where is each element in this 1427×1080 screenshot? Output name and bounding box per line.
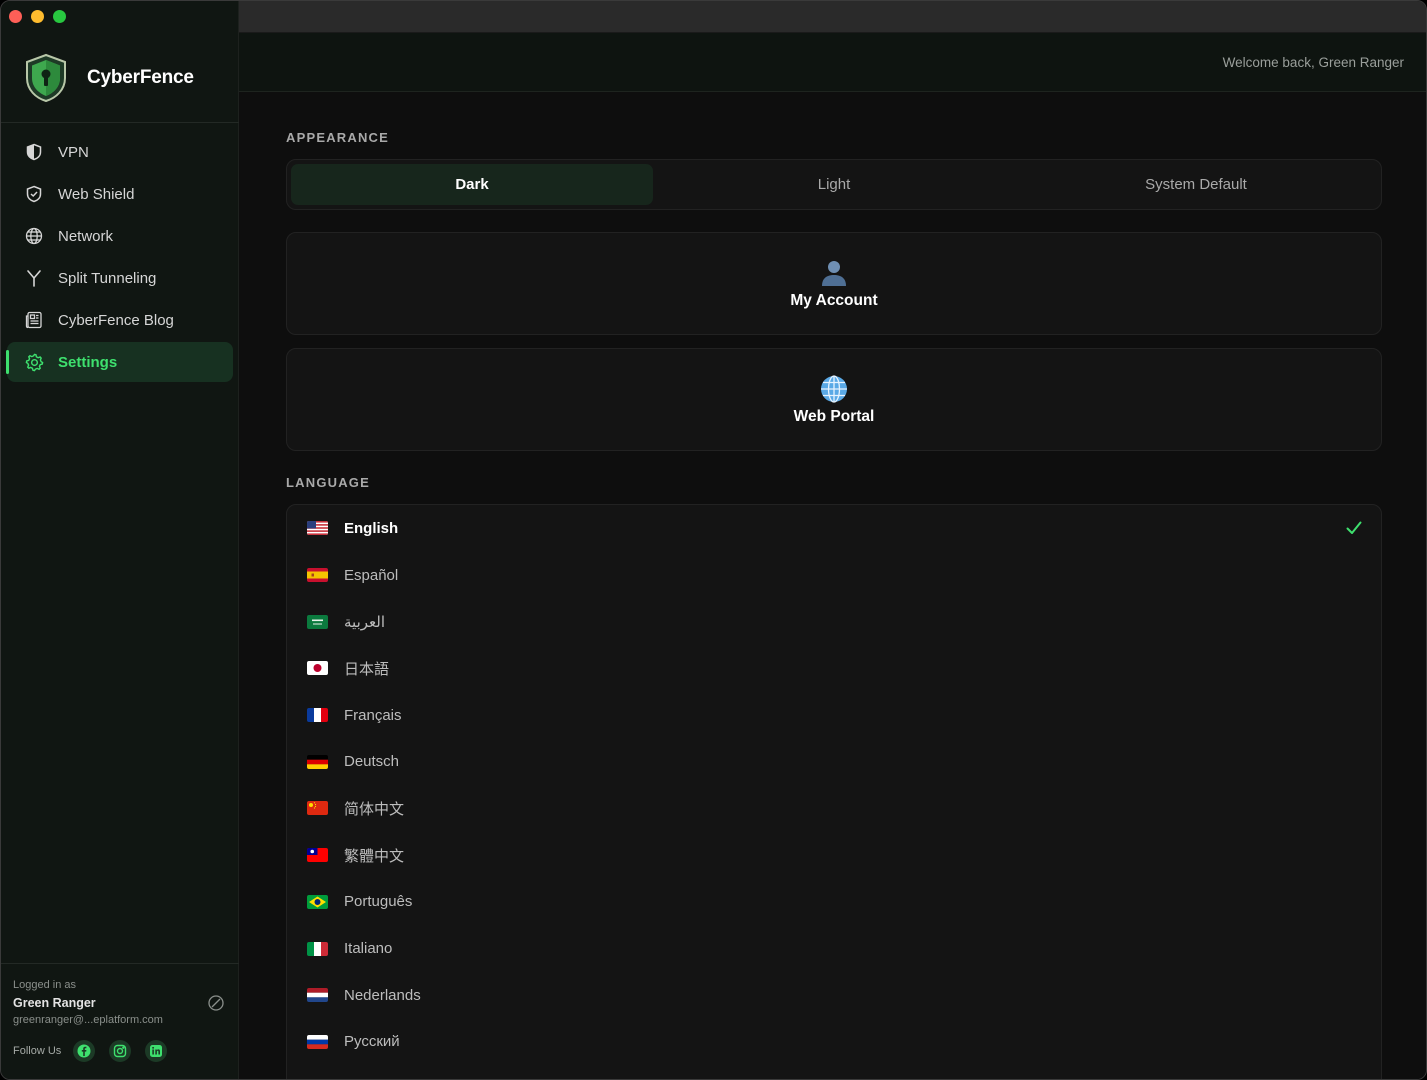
language-option-german[interactable]: Deutsch bbox=[287, 738, 1381, 785]
sidebar-item-label: VPN bbox=[58, 143, 89, 161]
language-option-traditional-chinese[interactable]: 繁體中文 bbox=[287, 832, 1381, 879]
us-flag-icon bbox=[307, 521, 328, 536]
newspaper-icon bbox=[24, 310, 44, 330]
window-controls bbox=[9, 10, 66, 23]
language-label: 日本語 bbox=[344, 660, 390, 678]
language-section-title: LANGUAGE bbox=[286, 475, 370, 490]
facebook-icon[interactable] bbox=[73, 1040, 96, 1062]
sidebar-item-vpn[interactable]: VPN bbox=[7, 132, 233, 172]
language-option-russian[interactable]: Русский bbox=[287, 1019, 1381, 1066]
appearance-section-title: APPEARANCE bbox=[286, 130, 390, 145]
language-label: Nederlands bbox=[344, 986, 421, 1004]
tw-flag-icon bbox=[307, 848, 328, 863]
divider bbox=[1, 122, 239, 123]
ru-flag-icon bbox=[307, 1034, 328, 1049]
language-label: English bbox=[344, 519, 399, 537]
it-flag-icon bbox=[307, 941, 328, 956]
nl-flag-icon bbox=[307, 988, 328, 1003]
my-account-label: My Account bbox=[790, 291, 878, 309]
sidebar-item-network[interactable]: Network bbox=[7, 216, 233, 256]
minimize-window-button[interactable] bbox=[31, 10, 44, 23]
language-option-espanol[interactable]: Español bbox=[287, 552, 1381, 599]
sidebar-nav: VPN Web Shield Network Split Tunneling C… bbox=[6, 132, 233, 384]
language-option-arabic[interactable]: العربية bbox=[287, 598, 1381, 645]
cn-flag-icon bbox=[307, 801, 328, 816]
language-label: 繁體中文 bbox=[344, 847, 405, 865]
sidebar-item-cyberfence-blog[interactable]: CyberFence Blog bbox=[7, 300, 233, 340]
sidebar-item-web-shield[interactable]: Web Shield bbox=[7, 174, 233, 214]
language-label: Русский bbox=[344, 1033, 400, 1051]
my-account-card[interactable]: My Account bbox=[286, 232, 1382, 335]
gear-icon bbox=[24, 352, 44, 372]
settings-content: APPEARANCE Dark Light System Default My … bbox=[239, 92, 1426, 1079]
window-titlebar bbox=[239, 1, 1426, 33]
web-shield-icon bbox=[24, 184, 44, 204]
sidebar: CyberFence VPN Web Shield Network Split … bbox=[1, 1, 239, 1079]
instagram-icon[interactable] bbox=[109, 1040, 132, 1062]
language-label: Deutsch bbox=[344, 753, 400, 771]
globe-icon bbox=[24, 226, 44, 246]
web-portal-label: Web Portal bbox=[793, 407, 875, 425]
logout-icon[interactable] bbox=[207, 994, 225, 1012]
language-option-italian[interactable]: Italiano bbox=[287, 925, 1381, 972]
welcome-message: Welcome back, Green Ranger bbox=[1222, 55, 1404, 70]
user-icon bbox=[822, 260, 846, 286]
user-name: Green Ranger bbox=[13, 996, 96, 1010]
language-label: العربية bbox=[344, 613, 385, 631]
sidebar-item-label: CyberFence Blog bbox=[58, 311, 174, 329]
sidebar-item-label: Network bbox=[58, 227, 114, 245]
appearance-selector: Dark Light System Default bbox=[286, 159, 1382, 210]
user-email: greenranger@...eplatform.com bbox=[13, 1014, 163, 1026]
brand: CyberFence bbox=[23, 53, 194, 103]
app-name: CyberFence bbox=[87, 67, 194, 88]
language-label: Español bbox=[344, 566, 399, 584]
cyberfence-logo-icon bbox=[26, 53, 66, 103]
close-window-button[interactable] bbox=[9, 10, 22, 23]
checkmark-icon bbox=[1346, 521, 1362, 534]
split-icon bbox=[24, 268, 44, 288]
br-flag-icon bbox=[307, 894, 328, 909]
app-window: CyberFence VPN Web Shield Network Split … bbox=[0, 0, 1427, 1080]
appearance-option-dark[interactable]: Dark bbox=[291, 164, 653, 205]
language-option-japanese[interactable]: 日本語 bbox=[287, 645, 1381, 692]
de-flag-icon bbox=[307, 754, 328, 769]
vpn-shield-icon bbox=[24, 142, 44, 162]
language-label: Français bbox=[344, 706, 402, 724]
language-option-simplified-chinese[interactable]: 简体中文 bbox=[287, 785, 1381, 832]
zoom-window-button[interactable] bbox=[53, 10, 66, 23]
jp-flag-icon bbox=[307, 661, 328, 676]
language-label: 简体中文 bbox=[344, 800, 405, 818]
language-option-english[interactable]: English bbox=[287, 505, 1381, 552]
follow-us-label: Follow Us bbox=[13, 1045, 62, 1057]
sidebar-item-split-tunneling[interactable]: Split Tunneling bbox=[7, 258, 233, 298]
language-option-portuguese[interactable]: Português bbox=[287, 879, 1381, 926]
language-label: Italiano bbox=[344, 940, 393, 958]
language-list: English Español العربية 日本語 Français Deu… bbox=[286, 504, 1382, 1079]
linkedin-icon[interactable] bbox=[145, 1040, 168, 1062]
es-flag-icon bbox=[307, 568, 328, 583]
follow-us: Follow Us bbox=[13, 1040, 181, 1062]
header: Welcome back, Green Ranger bbox=[239, 33, 1426, 92]
sidebar-item-settings[interactable]: Settings bbox=[6, 342, 233, 382]
appearance-option-system-default[interactable]: System Default bbox=[1015, 164, 1377, 205]
sa-flag-icon bbox=[307, 614, 328, 629]
globe-icon bbox=[821, 374, 847, 403]
appearance-option-light[interactable]: Light bbox=[653, 164, 1015, 205]
language-option-dutch[interactable]: Nederlands bbox=[287, 972, 1381, 1019]
logged-in-label: Logged in as bbox=[13, 979, 76, 991]
fr-flag-icon bbox=[307, 708, 328, 723]
language-label: Português bbox=[344, 893, 413, 911]
account-footer: Logged in as Green Ranger greenranger@..… bbox=[1, 963, 239, 1079]
language-option-french[interactable]: Français bbox=[287, 692, 1381, 739]
sidebar-item-label: Web Shield bbox=[58, 185, 135, 203]
web-portal-card[interactable]: Web Portal bbox=[286, 348, 1382, 451]
sidebar-item-label: Split Tunneling bbox=[58, 269, 157, 287]
sidebar-item-label: Settings bbox=[58, 353, 118, 371]
